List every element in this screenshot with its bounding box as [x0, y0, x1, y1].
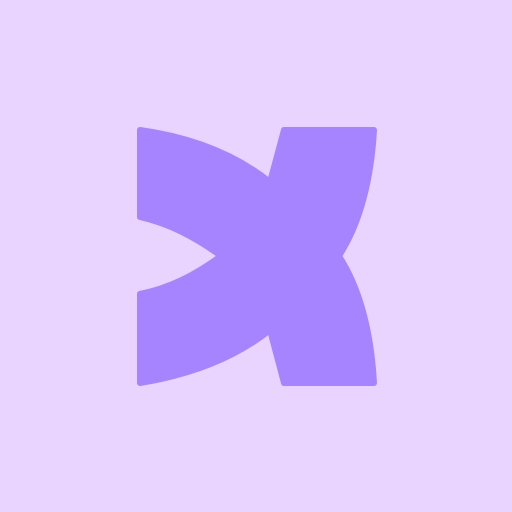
x-logo-mark: [137, 127, 377, 386]
app-icon-canvas: [0, 0, 512, 512]
x-logo-icon: [137, 127, 377, 386]
